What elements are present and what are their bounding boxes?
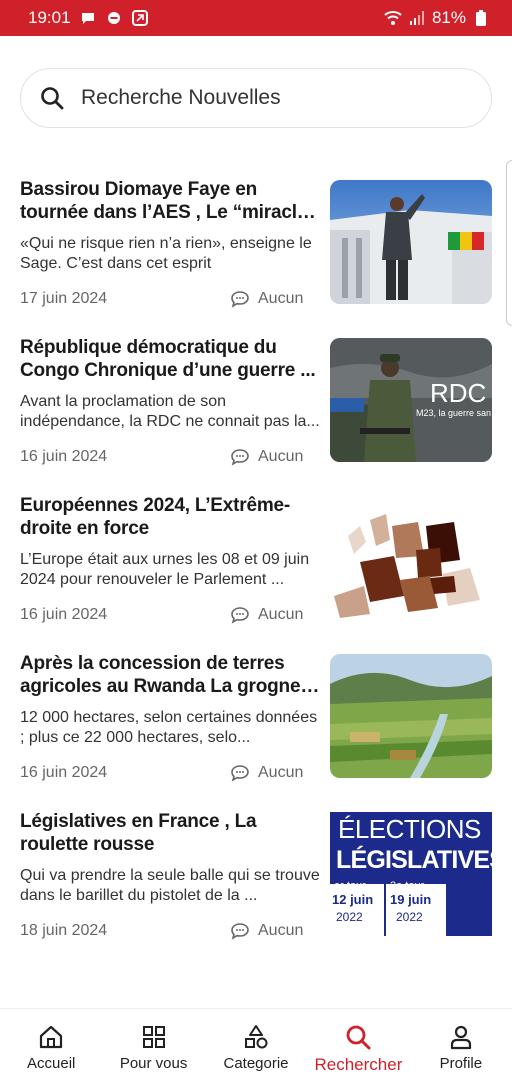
app-badge-icon — [131, 9, 149, 27]
first-round-year: 2022 — [336, 910, 363, 924]
first-round-date: 12 juin — [332, 892, 374, 907]
comment-label: Aucun — [258, 922, 304, 939]
article-title[interactable]: Bassirou Diomaye Faye en tournée dans l’… — [20, 178, 320, 224]
minus-circle-icon — [105, 9, 123, 27]
comment-label: Aucun — [258, 764, 304, 781]
thumbnail-heading: ÉLECTIONS — [338, 814, 481, 844]
second-round-label: 2e tour — [390, 880, 425, 892]
article-card[interactable]: Européennes 2024, L’Extrême-droite en fo… — [20, 494, 492, 652]
article-title[interactable]: République démocratique du Congo Chroniq… — [20, 336, 320, 382]
article-excerpt: Qui va prendre la seule balle qui se tro… — [20, 867, 320, 904]
nav-item-profile[interactable]: Profile — [410, 1009, 512, 1080]
nav-label: Accueil — [27, 1055, 76, 1072]
status-bar: 19:01 81% — [0, 0, 512, 36]
nav-item-categorie[interactable]: Categorie — [205, 1009, 307, 1080]
search-input[interactable] — [81, 86, 441, 110]
nav-label: Pour vous — [119, 1055, 188, 1072]
comment-icon — [231, 291, 249, 308]
article-excerpt: «Qui ne risque rien n’a rien», enseigne … — [20, 235, 312, 272]
article-date: 18 juin 2024 — [20, 922, 108, 939]
nav-item-pour-vous[interactable]: Pour vous — [102, 1009, 204, 1080]
article-thumbnail[interactable]: ÉLECTIONS LÉGISLATIVES er tour 2e tour 1… — [330, 812, 492, 936]
article-card[interactable]: Après la concession de terres agricoles … — [20, 652, 492, 810]
first-round-label: er tour — [334, 880, 366, 892]
nav-label: Profile — [439, 1055, 483, 1072]
comment-count[interactable]: Aucun — [230, 764, 303, 782]
home-icon — [37, 1023, 65, 1051]
scroll-indicator[interactable] — [506, 160, 512, 326]
shapes-icon — [242, 1023, 270, 1051]
thumbnail-caption: M23, la guerre san — [416, 408, 492, 418]
divider — [384, 884, 386, 936]
article-thumbnail[interactable] — [330, 654, 492, 778]
comment-label: Aucun — [258, 606, 304, 623]
article-list: Bassirou Diomaye Faye en tournée dans l’… — [20, 178, 492, 968]
thumbnail-heading: RDC — [430, 378, 487, 408]
battery-icon — [472, 9, 490, 27]
article-date: 16 juin 2024 — [20, 764, 108, 781]
article-card[interactable]: République démocratique du Congo Chroniq… — [20, 336, 492, 494]
thumbnail-subheading: LÉGISLATIVES — [336, 846, 492, 874]
nav-label: Rechercher — [314, 1055, 403, 1074]
article-card[interactable]: Bassirou Diomaye Faye en tournée dans l’… — [20, 178, 492, 336]
article-title[interactable]: Après la concession de terres agricoles … — [20, 652, 320, 698]
article-card[interactable]: Législatives en France , La roulette rou… — [20, 810, 492, 968]
battery-level: 81% — [431, 8, 466, 27]
second-round-date: 19 juin — [390, 892, 432, 907]
comment-count[interactable]: Aucun — [230, 606, 303, 624]
comment-icon — [231, 923, 249, 940]
article-date: 17 juin 2024 — [20, 290, 108, 307]
nav-label: Categorie — [223, 1055, 289, 1072]
search-icon — [344, 1023, 372, 1051]
second-round-year: 2022 — [396, 910, 423, 924]
search-bar[interactable] — [20, 68, 492, 128]
article-thumbnail[interactable]: RDC M23, la guerre san — [330, 338, 492, 462]
comment-icon — [231, 765, 249, 782]
article-thumbnail[interactable] — [330, 180, 492, 304]
article-excerpt: L’Europe était aux urnes les 08 et 09 ju… — [20, 551, 310, 588]
article-excerpt: 12 000 hectares, selon certaines données… — [20, 709, 318, 746]
article-date: 16 juin 2024 — [20, 448, 108, 465]
bottom-navigation: Accueil Pour vous Categorie Rechercher P… — [0, 1008, 512, 1080]
signal-icon — [408, 9, 426, 27]
nav-item-rechercher[interactable]: Rechercher — [307, 1009, 409, 1080]
article-excerpt: Avant la proclamation de son indépendanc… — [20, 393, 320, 430]
comment-label: Aucun — [258, 448, 304, 465]
nav-item-accueil[interactable]: Accueil — [0, 1009, 102, 1080]
grid-icon — [140, 1023, 168, 1051]
article-thumbnail[interactable] — [330, 496, 492, 620]
comment-icon — [231, 449, 249, 466]
article-title[interactable]: Européennes 2024, L’Extrême-droite en fo… — [20, 494, 320, 540]
status-time: 19:01 — [28, 8, 71, 27]
comment-count[interactable]: Aucun — [230, 290, 303, 308]
comment-count[interactable]: Aucun — [230, 922, 303, 940]
article-date: 16 juin 2024 — [20, 606, 108, 623]
comment-label: Aucun — [258, 290, 304, 307]
color-band — [446, 884, 492, 936]
comment-count[interactable]: Aucun — [230, 448, 303, 466]
person-icon — [447, 1023, 475, 1051]
chat-icon — [79, 9, 97, 27]
thumbnail-date-panel: er tour 2e tour 12 juin 19 juin 2022 202… — [330, 880, 492, 936]
article-title[interactable]: Législatives en France , La roulette rou… — [20, 810, 320, 856]
wifi-icon — [384, 9, 402, 27]
comment-icon — [231, 607, 249, 624]
search-icon — [39, 85, 65, 111]
